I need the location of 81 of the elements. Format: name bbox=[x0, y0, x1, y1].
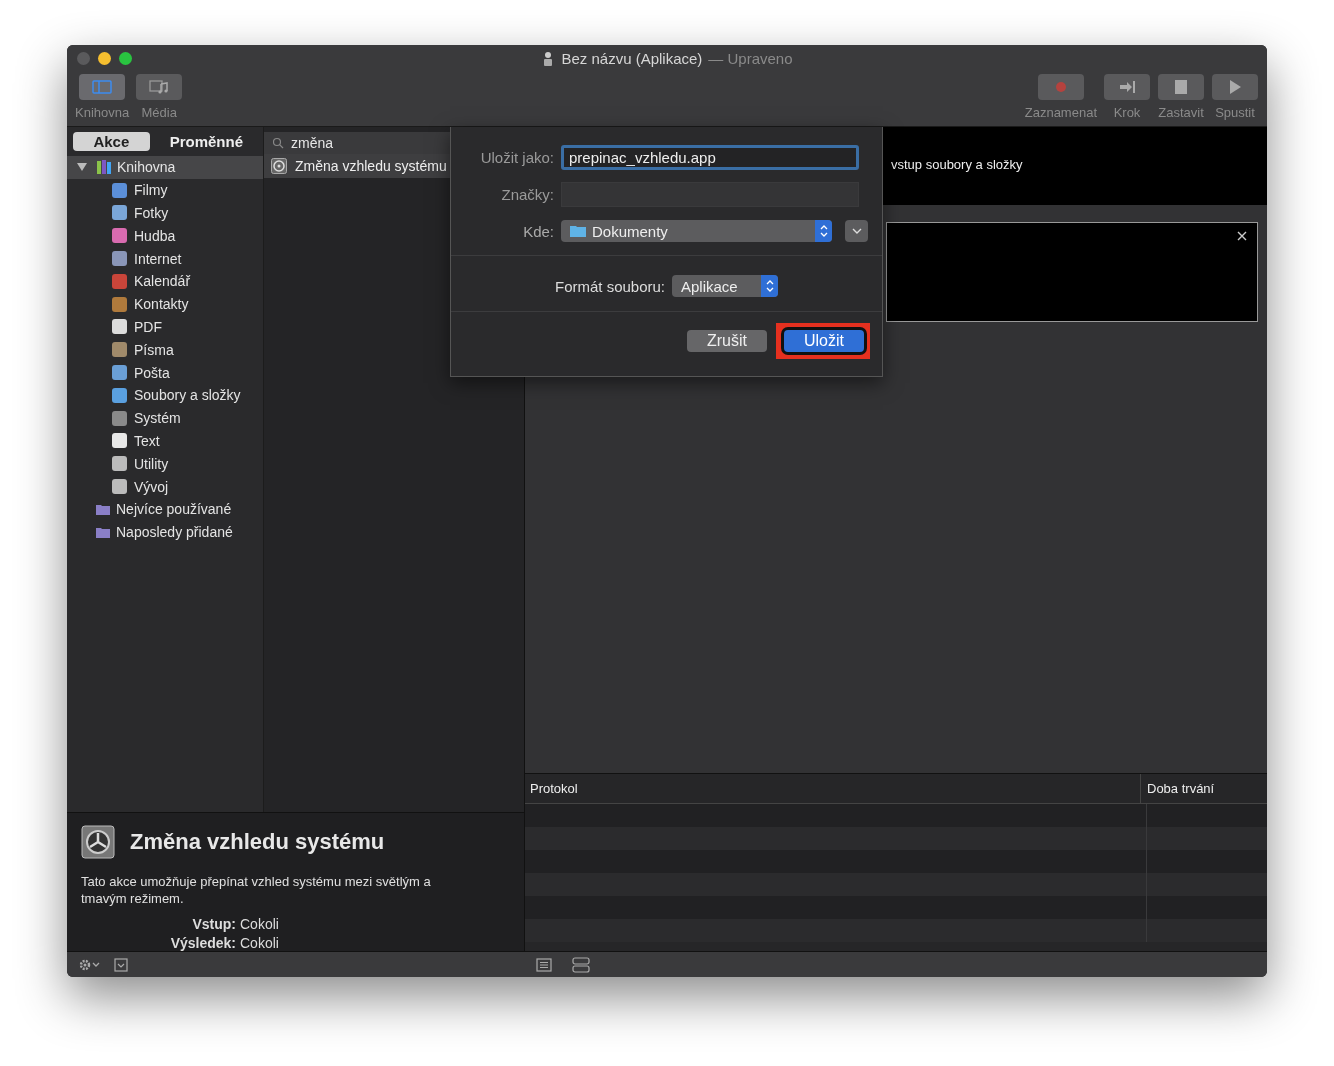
save-button[interactable]: Uložit bbox=[784, 330, 864, 352]
category-icon bbox=[112, 228, 127, 244]
sidebar-item[interactable]: PDF bbox=[67, 315, 263, 339]
sidebar-item[interactable]: Pošta bbox=[67, 361, 263, 384]
sidebar-item[interactable]: Fotky bbox=[67, 201, 263, 225]
toolbar-label: Krok bbox=[1113, 105, 1141, 120]
list-view-icon[interactable] bbox=[536, 957, 552, 972]
toolbar-button[interactable] bbox=[136, 74, 183, 100]
category-icon bbox=[112, 296, 127, 312]
search-icon bbox=[272, 137, 284, 149]
category-icon bbox=[112, 205, 127, 221]
toolbar-button[interactable] bbox=[79, 74, 126, 100]
sidebar-item[interactable]: Filmy bbox=[67, 178, 263, 202]
split-view-icon[interactable] bbox=[572, 956, 590, 973]
disclosure-triangle-icon[interactable] bbox=[77, 162, 87, 173]
toolbar-label: Zaznamenat bbox=[1024, 105, 1097, 120]
sidebar-item[interactable]: Kontakty bbox=[67, 292, 263, 316]
sidebar-item[interactable]: Hudba bbox=[67, 224, 263, 248]
sidebar-item[interactable]: Kalendář bbox=[67, 270, 263, 293]
category-icon bbox=[112, 251, 127, 267]
toolbar-button[interactable] bbox=[1158, 74, 1204, 100]
toolbar-label: Zastavit bbox=[1158, 105, 1204, 120]
action-title: Změna vzhledu systému bbox=[130, 829, 385, 855]
sidebar-item[interactable]: Nejvíce používané bbox=[67, 497, 263, 521]
column-header[interactable]: Doba trvání bbox=[1141, 781, 1215, 796]
zoom-button[interactable] bbox=[119, 52, 132, 65]
sidebar-item[interactable]: Internet bbox=[67, 247, 263, 270]
expand-button[interactable] bbox=[845, 220, 868, 242]
category-icon bbox=[112, 410, 127, 426]
stepper-icon bbox=[761, 275, 778, 297]
location-dropdown[interactable]: Dokumenty bbox=[561, 220, 832, 242]
field-label: Značky: bbox=[500, 185, 554, 203]
sidebar-item[interactable]: Utility bbox=[67, 452, 263, 476]
folder-icon bbox=[570, 225, 586, 237]
category-icon bbox=[112, 433, 127, 449]
workflow-input-text: vstup soubory a složky bbox=[891, 157, 1023, 172]
file-format-dropdown[interactable]: Aplikace bbox=[672, 275, 778, 297]
sidebar-item[interactable]: Vývoj bbox=[67, 475, 263, 498]
toolbar-label: Knihovna bbox=[75, 105, 130, 120]
category-icon bbox=[112, 273, 127, 289]
stepper-icon bbox=[815, 220, 832, 242]
cancel-button[interactable]: Zrušit bbox=[687, 330, 767, 352]
file-name-field[interactable]: prepinac_vzhledu.app bbox=[561, 144, 859, 170]
category-icon bbox=[112, 387, 127, 403]
tab[interactable]: Proměnné bbox=[155, 131, 257, 151]
toolbar-button[interactable] bbox=[1104, 74, 1150, 100]
action-description: Tato akce umožňuje přepínat vzhled systému mezi světlým a tmavým režimem. bbox=[81, 873, 432, 907]
category-icon bbox=[112, 342, 127, 358]
category-icon bbox=[112, 319, 127, 335]
sidebar-icon bbox=[92, 80, 113, 94]
step-arrow-icon bbox=[1117, 80, 1137, 94]
window-subtitle: — Upraveno bbox=[708, 50, 793, 67]
sidebar-item[interactable]: Naposledy přidané bbox=[67, 520, 263, 544]
tab[interactable]: Akce bbox=[73, 131, 150, 151]
music-note-icon bbox=[149, 80, 170, 94]
gear-menu-icon[interactable] bbox=[79, 958, 101, 971]
close-icon[interactable] bbox=[1237, 231, 1247, 241]
field-label: Formát souboru: bbox=[554, 277, 665, 295]
field-label: Výsledek: bbox=[169, 934, 236, 953]
description-toggle-icon[interactable] bbox=[113, 957, 129, 972]
sidebar-item[interactable]: Soubory a složky bbox=[67, 383, 263, 407]
category-icon bbox=[112, 456, 127, 472]
column-header[interactable]: Protokol bbox=[525, 774, 1141, 803]
field-label: Vstup: bbox=[191, 915, 236, 934]
field-label: Kde: bbox=[522, 222, 554, 240]
minimize-button[interactable] bbox=[98, 52, 111, 65]
toolbar-label: Média bbox=[141, 105, 177, 120]
books-icon bbox=[96, 159, 112, 176]
sidebar-item[interactable]: Písma bbox=[67, 338, 263, 362]
toolbar-label: Spustit bbox=[1215, 105, 1255, 120]
sidebar-item[interactable]: Systém bbox=[67, 406, 263, 430]
category-icon bbox=[112, 365, 127, 381]
chevron-down-icon bbox=[851, 228, 862, 234]
field-value: Cokoli bbox=[240, 934, 279, 953]
field-value: Cokoli bbox=[240, 915, 279, 934]
sidebar-item[interactable]: Text bbox=[67, 429, 263, 453]
window-title: Bez názvu (Aplikace) bbox=[561, 50, 703, 67]
sidebar-item[interactable]: Knihovna bbox=[67, 156, 263, 179]
category-icon bbox=[112, 479, 127, 495]
toolbar-button[interactable] bbox=[1212, 74, 1258, 100]
category-icon bbox=[112, 182, 127, 198]
